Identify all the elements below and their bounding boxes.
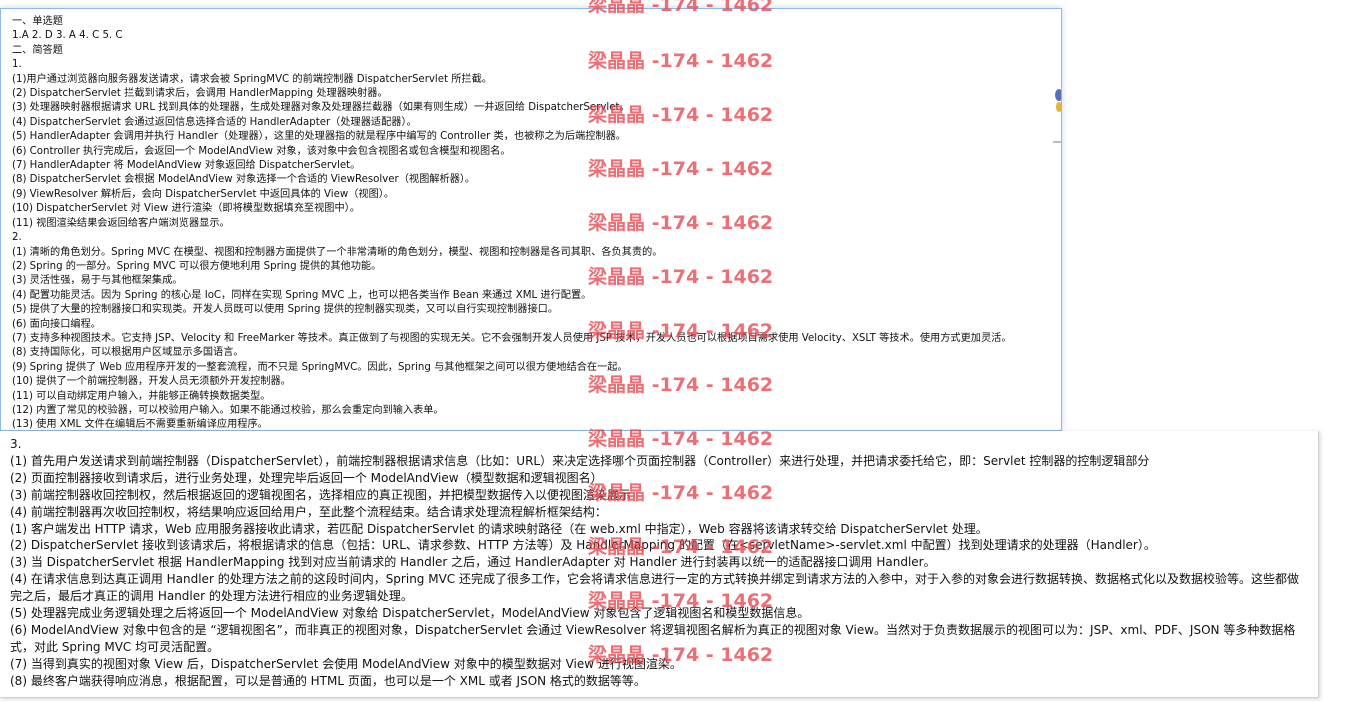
text-line: (3) 处理器映射器根据请求 URL 找到具体的处理器，生成处理器对象及处理器拦… (12, 102, 630, 114)
text-line: (4) DispatcherServlet 会通过返回信息选择合适的 Handl… (12, 116, 417, 128)
text-line: (4) 在请求信息到达真正调用 Handler 的处理方法之前的这段时间内，Sp… (10, 572, 1299, 604)
text-line: (5) HandlerAdapter 会调用并执行 Handler（处理器），这… (12, 131, 626, 143)
text-line: (10) DispatcherServlet 对 View 进行渲染（即将模型数… (12, 203, 360, 215)
text-line: (6) ModelAndView 对象中包含的是 “逻辑视图名”，而非真正的视图… (10, 622, 1296, 654)
answer-text-bottom: 3. (1) 首先用户发送请求到前端控制器（DispatcherServlet）… (10, 436, 1310, 690)
text-line: (4) 前端控制器再次收回控制权，将结果响应返回给用户，至此整个流程结束。结合请… (10, 504, 607, 519)
text-line: (9) Spring 提供了 Web 应用程序开发的一整套流程，而不只是 Spr… (12, 361, 628, 373)
text-line: (7) 当得到真实的视图对象 View 后，DispatcherServlet … (10, 656, 682, 671)
text-line: (6) Controller 执行完成后，会返回一个 ModelAndView … (12, 145, 511, 157)
text-line: (5) 提供了大量的控制器接口和实现类。开发人员既可以使用 Spring 提供的… (12, 304, 559, 316)
text-line: (3) 前端控制器收回控制权，然后根据返回的逻辑视图名，选择相应的真正视图，并把… (10, 487, 631, 502)
text-line: (9) ViewResolver 解析后，会向 DispatcherServle… (12, 188, 395, 200)
text-line: (11) 可以自动绑定用户输入，并能够正确转换数据类型。 (12, 390, 271, 402)
cartoon-figure-icon (1053, 89, 1061, 143)
text-line: (4) 配置功能灵活。因为 Spring 的核心是 IoC，同样在实现 Spri… (12, 289, 592, 301)
text-line: 1. (12, 59, 22, 71)
text-line: 2. (12, 232, 22, 244)
text-line: (1) 首先用户发送请求到前端控制器（DispatcherServlet），前端… (10, 453, 1150, 468)
text-line: (8) 支持国际化，可以根据用户区域显示多国语言。 (12, 347, 244, 359)
text-line: (13) 使用 XML 文件在编辑后不需要重新编译应用程序。 (12, 419, 268, 431)
text-line: (2) Spring 的一部分。Spring MVC 可以很方便地利用 Spri… (12, 260, 382, 272)
text-line: (12) 内置了常见的校验器，可以校验用户输入。如果不能通过校验，那么会重定向到… (12, 404, 444, 416)
text-line: (1)用户通过浏览器向服务器发送请求，请求会被 SpringMVC 的前端控制器… (12, 73, 492, 85)
text-line: (1) 清晰的角色划分。Spring MVC 在模型、视图和控制器方面提供了一个… (12, 246, 663, 258)
text-line: (2) DispatcherServlet 接收到该请求后，将根据请求的信息（包… (10, 538, 1156, 553)
text-line: (10) 提供了一个前端控制器，开发人员无须额外开发控制器。 (12, 376, 291, 388)
text-line: 一、单选题 (12, 16, 63, 27)
text-line: (3) 灵活性强，易于与其他框架集成。 (12, 275, 183, 287)
answer-window-bottom: 3. (1) 首先用户发送请求到前端控制器（DispatcherServlet）… (0, 431, 1319, 698)
answer-text-top: 一、单选题 1.A 2. D 3. A 4. C 5. C 二、简答题 1. (… (12, 15, 1061, 431)
text-line: (1) 客户端发出 HTTP 请求，Web 应用服务器接收此请求，若匹配 Dis… (10, 521, 988, 536)
text-line: (2) DispatcherServlet 拦截到请求后，会调用 Handler… (12, 88, 388, 100)
text-line: (7) HandlerAdapter 将 ModelAndView 对象返回给 … (12, 160, 361, 172)
text-line: 二、简答题 (12, 44, 63, 56)
text-line: (3) 当 DispatcherServlet 根据 HandlerMappin… (10, 555, 936, 570)
answer-window-top: 一、单选题 1.A 2. D 3. A 4. C 5. C 二、简答题 1. (… (0, 8, 1062, 431)
text-line: (6) 面向接口编程。 (12, 318, 101, 330)
text-line: (8) 最终客户端获得响应消息，根据配置，可以是普通的 HTML 页面，也可以是… (10, 673, 646, 688)
text-line: (8) DispatcherServlet 会根据 ModelAndView 对… (12, 174, 476, 186)
text-line: (5) 处理器完成业务逻辑处理之后将返回一个 ModelAndView 对象给 … (10, 606, 810, 621)
text-line: (11) 视图渲染结果会返回给客户端浏览器显示。 (12, 217, 230, 229)
text-line: 3. (10, 437, 22, 451)
text-line: (2) 页面控制器接收到请求后，进行业务处理，处理完毕后返回一个 ModelAn… (10, 470, 603, 485)
text-line: (7) 支持多种视图技术。它支持 JSP、Velocity 和 FreeMark… (12, 332, 1012, 344)
text-line: 1.A 2. D 3. A 4. C 5. C (12, 30, 123, 42)
